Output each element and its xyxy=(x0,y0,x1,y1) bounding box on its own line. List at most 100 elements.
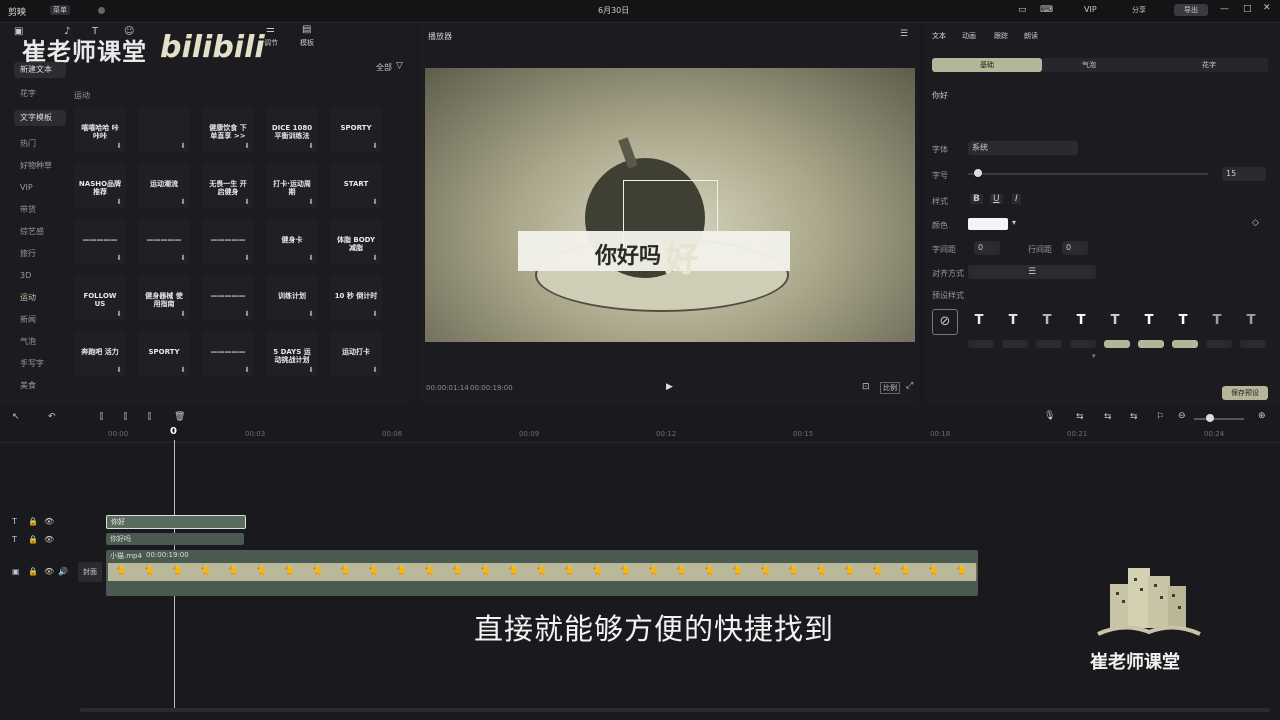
color-dropdown-icon[interactable]: ▾ xyxy=(1012,218,1016,227)
template-tile[interactable]: ————— ⬇ xyxy=(138,220,190,264)
video-preview[interactable]: 你好吗 好 xyxy=(425,68,915,342)
select-tool-icon[interactable]: ↖ xyxy=(12,412,20,422)
subtab-basic[interactable]: 基础 xyxy=(932,58,1042,72)
split-right-icon[interactable]: ⫿ xyxy=(148,412,151,422)
sidebar-item-3d[interactable]: 3D xyxy=(14,268,66,284)
template-tile[interactable]: ————— ⬇ xyxy=(202,220,254,264)
preset-style[interactable]: T xyxy=(1208,312,1226,330)
download-icon[interactable]: ⬇ xyxy=(180,254,186,262)
preset-style[interactable]: T xyxy=(1106,312,1124,330)
keyframe-icon[interactable]: ◇ xyxy=(1252,218,1259,228)
cover-button[interactable]: 封面 xyxy=(78,562,102,582)
preset-style[interactable]: T xyxy=(970,312,988,330)
preset-style[interactable]: T xyxy=(1140,312,1158,330)
timeline-ruler[interactable] xyxy=(0,428,1280,443)
sidebar-item-handwriting[interactable]: 手写字 xyxy=(14,356,66,372)
preview-axis-icon[interactable]: ⇆ xyxy=(1130,412,1138,422)
lock-video-track-icon[interactable]: 🔒 xyxy=(28,567,38,576)
template-tile[interactable]: 运动潮流 ⬇ xyxy=(138,164,190,208)
delete-icon[interactable]: 🗑 xyxy=(174,412,185,422)
template-tile[interactable]: 健康饮食 下单直享 >> ⬇ xyxy=(202,108,254,152)
text-clip-2[interactable]: 你好吗 xyxy=(106,533,244,545)
download-icon[interactable]: ⬇ xyxy=(180,142,186,150)
eye-track-2-icon[interactable]: 👁 xyxy=(44,535,54,544)
mute-video-track-icon[interactable]: 🔊 xyxy=(58,567,68,576)
zoom-slider[interactable] xyxy=(1194,418,1244,420)
zoom-slider-handle[interactable] xyxy=(1206,414,1214,422)
download-icon[interactable]: ⬇ xyxy=(116,254,122,262)
italic-button[interactable]: I xyxy=(1012,194,1021,204)
tab-text[interactable]: 文本 xyxy=(932,31,946,41)
download-icon[interactable]: ⬇ xyxy=(180,198,186,206)
line-spacing-input[interactable]: 0 xyxy=(1062,241,1088,255)
adjust-tab-icon[interactable]: ⚌ xyxy=(266,24,275,35)
template-tile[interactable]: 体脂 BODY 减脂 ⬇ xyxy=(330,220,382,264)
template-tile[interactable]: ⬇ xyxy=(138,108,190,152)
overlay-text-main[interactable]: 你好吗 xyxy=(595,238,661,270)
size-slider[interactable] xyxy=(968,173,1208,175)
template-tile[interactable]: NASHO品牌推荐 ⬇ xyxy=(74,164,126,208)
download-icon[interactable]: ⬇ xyxy=(308,366,314,374)
sidebar-item-bubble[interactable]: 气泡 xyxy=(14,334,66,350)
template-tile[interactable]: 奔跑吧 活力 ⬇ xyxy=(74,332,126,376)
download-icon[interactable]: ⬇ xyxy=(244,198,250,206)
download-icon[interactable]: ⬇ xyxy=(308,310,314,318)
tab-tracking[interactable]: 跟踪 xyxy=(994,31,1008,41)
char-spacing-input[interactable]: 0 xyxy=(974,241,1000,255)
play-icon[interactable]: ▶ xyxy=(666,382,673,392)
underline-button[interactable]: U xyxy=(990,194,1003,204)
download-icon[interactable]: ⬇ xyxy=(244,366,250,374)
template-tile[interactable]: 打卡·运动周期 ⬇ xyxy=(266,164,318,208)
size-input[interactable]: 15 xyxy=(1222,167,1266,181)
eye-track-icon[interactable]: 👁 xyxy=(44,517,54,526)
sidebar-item-sport[interactable]: 运动 xyxy=(14,290,66,306)
sidebar-item-variety[interactable]: 综艺感 xyxy=(14,224,66,240)
preset-style[interactable]: T xyxy=(1038,312,1056,330)
template-tile[interactable]: ————— ⬇ xyxy=(74,220,126,264)
preset-style[interactable]: T xyxy=(1174,312,1192,330)
minimize-icon[interactable]: — xyxy=(1220,4,1229,14)
template-tile[interactable]: ————— ⬇ xyxy=(202,332,254,376)
size-slider-handle[interactable] xyxy=(974,169,982,177)
link-icon[interactable]: ⇆ xyxy=(1076,412,1084,422)
tab-read[interactable]: 朗读 xyxy=(1024,31,1038,41)
color-swatch[interactable] xyxy=(968,218,1008,230)
playhead-handle[interactable]: 0 xyxy=(170,426,177,437)
template-tile[interactable]: START ⬇ xyxy=(330,164,382,208)
template-tile[interactable]: 训练计划 ⬇ xyxy=(266,276,318,320)
bold-button[interactable]: B xyxy=(970,194,983,204)
vip-button[interactable]: VIP xyxy=(1084,5,1097,14)
menu-button[interactable]: 菜单 xyxy=(50,5,70,15)
sidebar-item-vip[interactable]: VIP xyxy=(14,180,66,196)
download-icon[interactable]: ⬇ xyxy=(372,366,378,374)
template-tile[interactable]: 5 DAYS 运动挑战计划 ⬇ xyxy=(266,332,318,376)
player-menu-icon[interactable]: ☰ xyxy=(900,29,908,39)
template-tile[interactable]: 10 秒 倒计时 ⬇ xyxy=(330,276,382,320)
marker-icon[interactable]: ⚐ xyxy=(1156,412,1164,422)
template-tile[interactable]: SPORTY ⬇ xyxy=(330,108,382,152)
template-tile[interactable]: 健身器械 使用指南 ⬇ xyxy=(138,276,190,320)
undo-icon[interactable]: ↶ xyxy=(48,412,56,422)
zoom-out-icon[interactable]: ⊖ xyxy=(1178,411,1186,421)
download-icon[interactable]: ⬇ xyxy=(372,142,378,150)
sidebar-item-food[interactable]: 美食 xyxy=(14,378,66,394)
download-icon[interactable]: ⬇ xyxy=(372,198,378,206)
template-tile[interactable]: FOLLOW US ⬇ xyxy=(74,276,126,320)
download-icon[interactable]: ⬇ xyxy=(244,254,250,262)
split-left-icon[interactable]: ⫿ xyxy=(124,412,127,422)
download-icon[interactable]: ⬇ xyxy=(116,366,122,374)
close-icon[interactable]: ✕ xyxy=(1263,3,1271,13)
split-icon[interactable]: ⫿ xyxy=(100,412,103,422)
download-icon[interactable]: ⬇ xyxy=(308,254,314,262)
download-icon[interactable]: ⬇ xyxy=(116,198,122,206)
subtab-bubble[interactable]: 气泡 xyxy=(1082,58,1096,72)
sidebar-item-hot[interactable]: 热门 xyxy=(14,136,66,152)
align-button[interactable]: ☰ xyxy=(968,265,1096,279)
lock-track-icon[interactable]: 🔒 xyxy=(28,517,38,526)
sidebar-item-sales[interactable]: 带货 xyxy=(14,202,66,218)
download-icon[interactable]: ⬇ xyxy=(244,310,250,318)
zoom-in-icon[interactable]: ⊕ xyxy=(1258,411,1266,421)
preset-style[interactable]: T xyxy=(1242,312,1260,330)
save-preset-button[interactable]: 保存预设 xyxy=(1222,386,1268,400)
keyboard-icon[interactable]: ⌨ xyxy=(1040,5,1053,15)
